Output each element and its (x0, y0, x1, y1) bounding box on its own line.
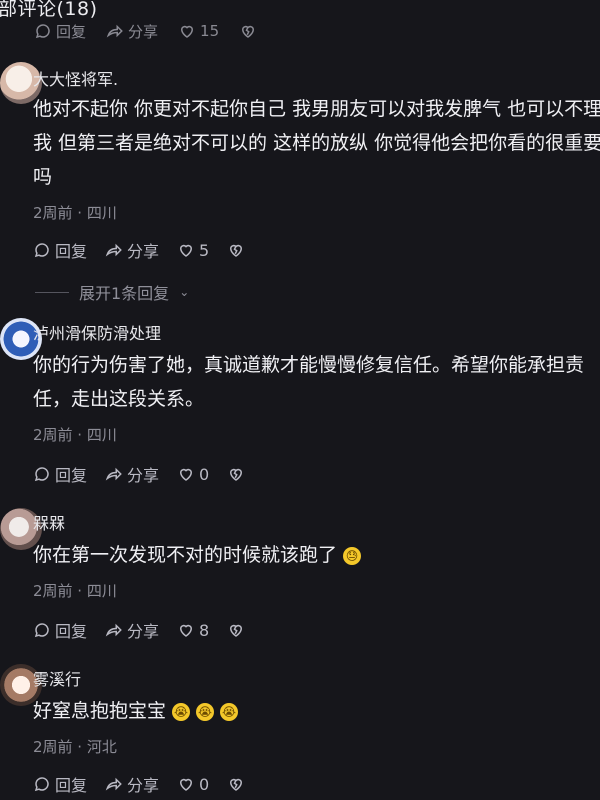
comment-text: 你在第一次发现不对的时候就该跑了 😓 (33, 538, 600, 572)
heart-icon (177, 465, 195, 483)
dislike-button[interactable] (227, 775, 245, 793)
share-label: 分享 (128, 22, 159, 41)
share-label: 分享 (127, 466, 160, 485)
comments-header: 部评论(18) 回复 分享 15 (0, 0, 600, 42)
share-arrow-icon (105, 241, 123, 259)
share-button[interactable]: 分享 (105, 618, 159, 642)
username[interactable]: 大大怪将军. (33, 66, 118, 90)
comment-text-content: 好窒息抱抱宝宝 (33, 700, 167, 722)
heart-icon (178, 22, 196, 40)
comment-meta: 2周前 · 四川 (33, 426, 117, 444)
comment-text-content: 你在第一次发现不对的时候就该跑了 (33, 544, 338, 566)
reply-button[interactable]: 回复 (33, 238, 87, 262)
comment-meta: 2周前 · 四川 (33, 582, 117, 600)
share-label: 分享 (127, 622, 160, 641)
comment-item: 泸州滑保防滑处理 你的行为伤害了她，真诚道歉才能慢慢修复信任。希望你能承担责任，… (0, 318, 600, 492)
username[interactable]: 雾溪行 (33, 666, 81, 690)
comment-actions: 回复 分享 0 (33, 772, 245, 796)
crying-face-emoji: 😭 (172, 702, 191, 721)
comment-bubble-icon (33, 241, 51, 259)
share-button[interactable]: 分享 (106, 21, 158, 42)
reply-button[interactable]: 回复 (33, 618, 87, 642)
share-button[interactable]: 分享 (105, 772, 159, 796)
comment-item: 雾溪行 好窒息抱抱宝宝 😭 😭 😭 2周前 · 河北 回复 分享 0 (0, 664, 600, 800)
reply-button[interactable]: 回复 (34, 21, 86, 42)
comment-item: 槑槑 你在第一次发现不对的时候就该跑了 😓 2周前 · 四川 回复 分享 8 (0, 508, 600, 648)
reply-label: 回复 (55, 776, 88, 795)
username[interactable]: 槑槑 (33, 510, 65, 534)
share-arrow-icon (105, 775, 123, 793)
comment-actions: 回复 分享 0 (33, 462, 245, 486)
broken-heart-icon (239, 22, 257, 40)
comment-text: 他对不起你 你更对不起你自己 我男朋友可以对我发脾气 也可以不理我 但第三者是绝… (33, 98, 600, 188)
comment-bubble-icon (33, 465, 51, 483)
username[interactable]: 泸州滑保防滑处理 (33, 320, 161, 344)
reply-label: 回复 (56, 22, 87, 41)
expand-replies-button[interactable]: 展开1条回复 ⌄ (35, 280, 189, 304)
comment-actions: 回复 分享 5 (33, 238, 245, 262)
crying-face-emoji: 😭 (220, 702, 239, 721)
divider-line (35, 291, 69, 293)
broken-heart-icon (227, 775, 245, 793)
share-arrow-icon (105, 621, 123, 639)
header-actions: 回复 分享 15 (34, 20, 257, 42)
comment-meta: 2周前 · 河北 (33, 738, 117, 756)
dislike-button[interactable] (227, 465, 245, 483)
chevron-down-icon: ⌄ (179, 285, 190, 299)
share-label: 分享 (127, 776, 160, 795)
reply-label: 回复 (55, 242, 88, 261)
broken-heart-icon (227, 465, 245, 483)
share-label: 分享 (127, 242, 160, 261)
broken-heart-icon (227, 621, 245, 639)
like-button[interactable]: 0 (177, 775, 209, 794)
comment-bubble-icon (33, 621, 51, 639)
like-count: 8 (199, 620, 210, 640)
dislike-button[interactable] (227, 621, 245, 639)
like-count: 5 (199, 240, 210, 260)
broken-heart-icon (227, 241, 245, 259)
comment-item: 大大怪将军. 他对不起你 你更对不起你自己 我男朋友可以对我发脾气 也可以不理我… (0, 62, 600, 306)
comment-text: 你的行为伤害了她，真诚道歉才能慢慢修复信任。希望你能承担责任，走出这段关系。 (33, 354, 585, 410)
reply-label: 回复 (55, 622, 88, 641)
expand-replies-label: 展开1条回复 (79, 284, 170, 303)
crying-face-emoji: 😭 (196, 702, 215, 721)
dislike-button[interactable] (239, 22, 257, 40)
heart-icon (177, 241, 195, 259)
like-button[interactable]: 15 (178, 22, 219, 40)
heart-icon (177, 775, 195, 793)
dislike-button[interactable] (227, 241, 245, 259)
like-button[interactable]: 5 (177, 241, 209, 260)
reply-button[interactable]: 回复 (33, 772, 87, 796)
reply-button[interactable]: 回复 (33, 462, 87, 486)
comment-bubble-icon (33, 775, 51, 793)
like-button[interactable]: 8 (177, 621, 209, 640)
share-arrow-icon (105, 465, 123, 483)
like-count: 0 (199, 464, 210, 484)
like-button[interactable]: 0 (177, 465, 209, 484)
heart-icon (177, 621, 195, 639)
comment-bubble-icon (34, 22, 52, 40)
reply-label: 回复 (55, 466, 88, 485)
like-count: 0 (199, 774, 210, 794)
share-button[interactable]: 分享 (105, 238, 159, 262)
comment-meta: 2周前 · 四川 (33, 204, 117, 222)
comment-text: 好窒息抱抱宝宝 😭 😭 😭 (33, 694, 600, 728)
comment-count-title: 部评论(18) (0, 0, 98, 20)
sweat-face-emoji: 😓 (343, 546, 362, 565)
share-button[interactable]: 分享 (105, 462, 159, 486)
share-arrow-icon (106, 22, 124, 40)
comment-actions: 回复 分享 8 (33, 618, 245, 642)
like-count: 15 (200, 22, 220, 40)
